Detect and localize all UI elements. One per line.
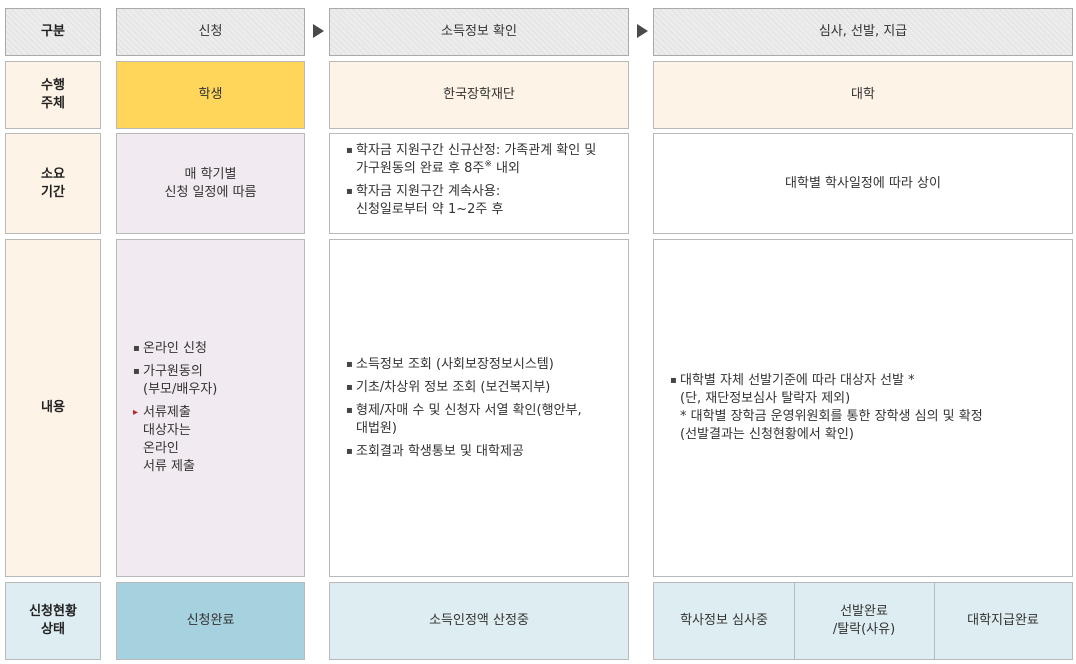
income-item-1: 소득정보 조회 (사회보장정보시스템) bbox=[356, 356, 554, 372]
header-category: 구분 bbox=[5, 8, 101, 56]
bullet-icon: ▪ bbox=[133, 366, 140, 377]
duration-label: 소요 기간 bbox=[41, 166, 65, 200]
status-academic-review-label: 학사정보 심사중 bbox=[680, 613, 768, 628]
status-payment-label: 대학지급완료 bbox=[967, 613, 1039, 628]
agent-kosaf-label: 한국장학재단 bbox=[443, 87, 515, 102]
status-apply-label: 신청완료 bbox=[186, 613, 235, 628]
duration-income-list: ▪ 학자금 지원구간 신규산정: 가족관계 확인 및 가구원동의 완료 후 8주… bbox=[346, 142, 596, 219]
header-apply-label: 신청 bbox=[198, 24, 223, 39]
income-item-4: 조회결과 학생통보 및 대학제공 bbox=[356, 443, 524, 459]
income-item-3: 형제/자매 수 및 신청자 서열 확인(행안부, 대법원) bbox=[356, 402, 582, 436]
row-label-duration: 소요 기간 bbox=[5, 133, 101, 234]
content-review-list: ▪ 대학별 자체 선발기준에 따라 대상자 선발 * (단, 재단정보심사 탈락… bbox=[670, 372, 983, 444]
review-selection-text: 대학별 자체 선발기준에 따라 대상자 선발 * (단, 재단정보심사 탈락자 … bbox=[680, 373, 983, 442]
duration-review: 대학별 학사일정에 따라 상이 bbox=[653, 133, 1073, 234]
list-item: ▪ 소득정보 조회 (사회보장정보시스템) bbox=[346, 356, 582, 374]
content-apply-list: ▪ 온라인 신청 ▪ 가구원동의 (부모/배우자) ▸ 서류제출 대상자는 온라… bbox=[133, 340, 217, 476]
agent-university-label: 대학 bbox=[851, 87, 875, 102]
status-label: 신청현황 상태 bbox=[29, 604, 77, 637]
duration-income-item-1: 학자금 지원구간 신규산정: 가족관계 확인 및 가구원동의 완료 후 8주※ … bbox=[356, 143, 597, 176]
bullet-icon: ▪ bbox=[346, 358, 353, 370]
status-selection-result: 선발완료 /탈락(사유) bbox=[794, 583, 934, 659]
list-item: ▪ 가구원동의 (부모/배우자) bbox=[133, 363, 217, 399]
content-income-list: ▪ 소득정보 조회 (사회보장정보시스템) ▪ 기초/차상위 정보 조회 (보건… bbox=[346, 356, 582, 461]
apply-household-consent: 가구원동의 (부모/배우자) bbox=[143, 364, 218, 397]
status-income-calculating: 소득인정액 산정중 bbox=[329, 582, 629, 660]
row-label-agent: 수행 주체 bbox=[5, 61, 101, 129]
content-apply: ▪ 온라인 신청 ▪ 가구원동의 (부모/배우자) ▸ 서류제출 대상자는 온라… bbox=[116, 239, 305, 577]
agent-student: 학생 bbox=[116, 61, 305, 129]
red-arrow-bullet-icon: ▸ bbox=[133, 407, 139, 418]
content-income-check: ▪ 소득정보 조회 (사회보장정보시스템) ▪ 기초/차상위 정보 조회 (보건… bbox=[329, 239, 629, 577]
status-apply-complete: 신청완료 bbox=[116, 582, 305, 660]
bullet-icon: ▪ bbox=[133, 343, 140, 354]
status-selection-label: 선발완료 /탈락(사유) bbox=[832, 604, 896, 637]
header-category-label: 구분 bbox=[41, 24, 65, 39]
header-review-label: 심사, 선발, 지급 bbox=[818, 24, 908, 39]
step-arrow-icon bbox=[637, 24, 648, 38]
content-label: 내용 bbox=[41, 400, 65, 415]
header-review: 심사, 선발, 지급 bbox=[653, 8, 1073, 56]
list-item: ▪ 형제/자매 수 및 신청자 서열 확인(행안부, 대법원) bbox=[346, 402, 582, 438]
bullet-icon: ▪ bbox=[346, 145, 353, 156]
row-label-status: 신청현황 상태 bbox=[5, 582, 101, 660]
duration-income-check: ▪ 학자금 지원구간 신규산정: 가족관계 확인 및 가구원동의 완료 후 8주… bbox=[329, 133, 629, 234]
list-item: ▪ 학자금 지원구간 계속사용: 신청일로부터 약 1~2주 후 bbox=[346, 183, 596, 219]
apply-online: 온라인 신청 bbox=[143, 341, 207, 356]
apply-documents: 서류제출 대상자는 온라인 서류 제출 bbox=[143, 405, 195, 474]
list-item: ▪ 조회결과 학생통보 및 대학제공 bbox=[346, 443, 582, 461]
list-item: ▪ 기초/차상위 정보 조회 (보건복지부) bbox=[346, 379, 582, 397]
list-item: ▸ 서류제출 대상자는 온라인 서류 제출 bbox=[133, 404, 217, 476]
duration-apply: 매 학기별 신청 일정에 따름 bbox=[116, 133, 305, 234]
status-income-label: 소득인정액 산정중 bbox=[429, 613, 529, 628]
header-income-check-label: 소득정보 확인 bbox=[441, 24, 517, 39]
content-review: ▪ 대학별 자체 선발기준에 따라 대상자 선발 * (단, 재단정보심사 탈락… bbox=[653, 239, 1073, 577]
agent-kosaf: 한국장학재단 bbox=[329, 61, 629, 129]
bullet-icon: ▪ bbox=[346, 186, 353, 197]
list-item: ▪ 온라인 신청 bbox=[133, 340, 217, 358]
income-item-2: 기초/차상위 정보 조회 (보건복지부) bbox=[356, 379, 551, 395]
bullet-icon: ▪ bbox=[346, 404, 353, 416]
status-academic-review: 학사정보 심사중 bbox=[654, 583, 794, 659]
row-label-content: 내용 bbox=[5, 239, 101, 577]
status-payment-complete: 대학지급완료 bbox=[934, 583, 1072, 659]
header-income-check: 소득정보 확인 bbox=[329, 8, 629, 56]
agent-label: 수행 주체 bbox=[41, 78, 65, 111]
list-item: ▪ 학자금 지원구간 신규산정: 가족관계 확인 및 가구원동의 완료 후 8주… bbox=[346, 142, 596, 178]
bullet-icon: ▪ bbox=[346, 445, 353, 457]
status-review-group: 학사정보 심사중 선발완료 /탈락(사유) 대학지급완료 bbox=[653, 582, 1073, 660]
bullet-icon: ▪ bbox=[346, 381, 353, 393]
duration-apply-text: 매 학기별 신청 일정에 따름 bbox=[164, 166, 257, 200]
duration-income-item-2: 학자금 지원구간 계속사용: 신청일로부터 약 1~2주 후 bbox=[356, 184, 504, 217]
bullet-icon: ▪ bbox=[670, 375, 677, 386]
duration-review-text: 대학별 학사일정에 따라 상이 bbox=[785, 175, 941, 191]
step-arrow-icon bbox=[313, 24, 324, 38]
agent-student-label: 학생 bbox=[198, 87, 223, 102]
agent-university: 대학 bbox=[653, 61, 1073, 129]
header-apply: 신청 bbox=[116, 8, 305, 56]
list-item: ▪ 대학별 자체 선발기준에 따라 대상자 선발 * (단, 재단정보심사 탈락… bbox=[670, 372, 983, 444]
